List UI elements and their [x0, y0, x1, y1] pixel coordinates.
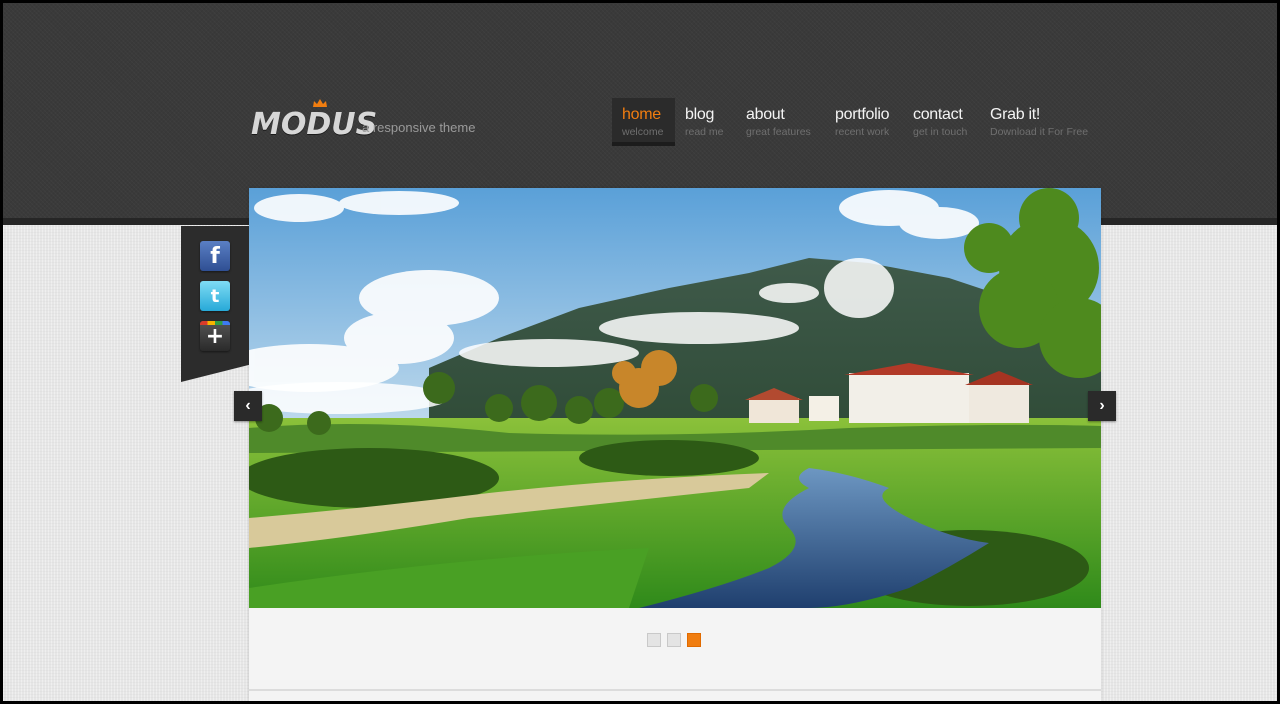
slider-dot-1[interactable]	[647, 633, 661, 647]
nav-label: about	[746, 106, 785, 123]
content-divider	[249, 689, 1101, 691]
nav-item-portfolio[interactable]: portfolio recent work	[825, 98, 905, 146]
nav-item-contact[interactable]: contact get in touch	[903, 98, 981, 146]
nav-label: Grab it!	[990, 106, 1041, 123]
site-logo[interactable]: MODUS	[251, 107, 377, 142]
twitter-icon[interactable]: t	[200, 281, 230, 311]
site-tagline: a responsive theme	[362, 120, 476, 135]
page-frame: MODUS a responsive theme home welcome bl…	[3, 3, 1277, 701]
slide-image[interactable]	[249, 188, 1101, 608]
nav-sub: welcome	[622, 126, 664, 138]
nav-label: blog	[685, 106, 715, 123]
nav-label: home	[622, 106, 661, 123]
social-bar: f t +	[181, 226, 249, 382]
content-panel	[249, 188, 1101, 701]
landscape-image	[249, 188, 1101, 608]
nav-sub: get in touch	[913, 126, 968, 138]
nav-sub: recent work	[835, 126, 890, 138]
slider-next-button[interactable]: ›	[1088, 391, 1116, 421]
nav-item-about[interactable]: about great features	[736, 98, 826, 146]
nav-item-grab-it[interactable]: Grab it! Download it For Free	[980, 98, 1095, 146]
google-plus-icon[interactable]: +	[200, 321, 230, 351]
facebook-icon[interactable]: f	[200, 241, 230, 271]
nav-sub: great features	[746, 126, 811, 138]
slider-dot-2[interactable]	[667, 633, 681, 647]
nav-label: contact	[913, 106, 963, 123]
nav-item-home[interactable]: home welcome	[612, 98, 675, 146]
nav-sub: Download it For Free	[990, 126, 1089, 138]
slider-dot-3[interactable]	[687, 633, 701, 647]
nav-label: portfolio	[835, 106, 890, 123]
nav-sub: read me	[685, 126, 724, 138]
nav-item-blog[interactable]: blog read me	[675, 98, 735, 146]
slider-prev-button[interactable]: ‹	[234, 391, 262, 421]
